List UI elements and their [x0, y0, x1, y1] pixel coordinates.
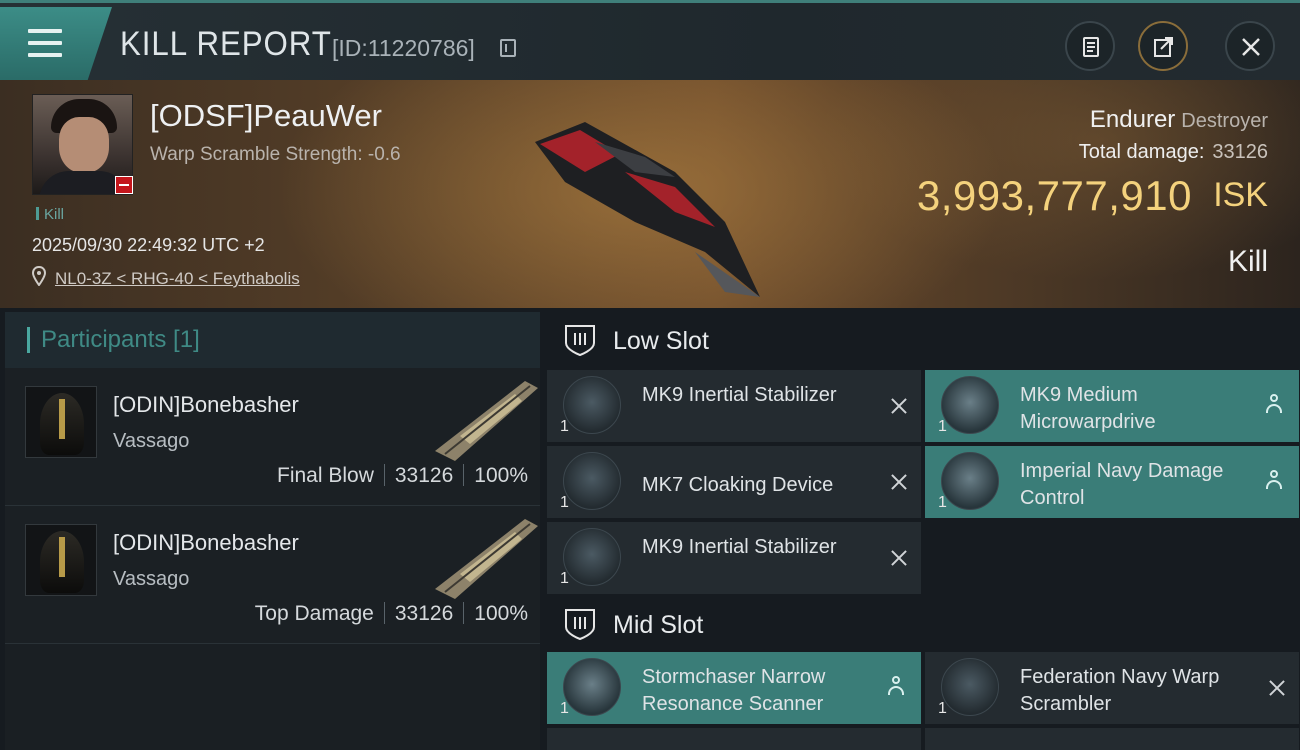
inertial-stabilizer-icon: [563, 528, 621, 586]
participant-ship: Vassago: [113, 430, 190, 452]
module-item-partial[interactable]: [547, 728, 921, 750]
module-name: Stormchaser Narrow Resonance Scanner: [642, 666, 826, 715]
dropped-person-icon: [887, 676, 905, 698]
participant-name: [ODIN]Bonebasher: [113, 530, 299, 555]
total-damage-value: 33126: [1212, 141, 1268, 163]
module-name: MK9 Medium Microwarpdrive: [1020, 384, 1156, 433]
dropped-person-icon: [1265, 394, 1283, 416]
module-quantity: 1: [560, 494, 569, 511]
page-title: KILL REPORT: [120, 25, 332, 63]
low-slot-label: Low Slot: [613, 327, 709, 355]
warp-scramble-strength: Warp Scramble Strength: -0.6: [150, 144, 401, 165]
cloaking-device-icon: [563, 452, 621, 510]
participant-damage: 33126: [394, 464, 454, 487]
module-quantity: 1: [938, 700, 947, 717]
destroyed-badge-icon: [115, 176, 133, 194]
microwarpdrive-icon: [941, 376, 999, 434]
module-item[interactable]: 1 MK9 Inertial Stabilizer: [547, 370, 921, 442]
isk-value: 3,993,777,910: [916, 172, 1192, 219]
share-button[interactable]: [1138, 21, 1188, 71]
damage-control-icon: [941, 452, 999, 510]
destroyed-icon: [889, 548, 909, 568]
module-item[interactable]: 1 MK9 Inertial Stabilizer: [547, 522, 921, 594]
participant-damage: 33126: [394, 602, 454, 625]
destroyed-icon: [889, 396, 909, 416]
participant-avatar[interactable]: [25, 524, 97, 596]
victim-ship-image: [535, 122, 760, 297]
participant-role: Final Blow: [277, 464, 374, 487]
destroyed-icon: [1267, 678, 1287, 698]
module-name: Imperial Navy Damage Control: [1020, 460, 1224, 509]
location-pin-icon: [32, 266, 46, 286]
participants-header[interactable]: Participants [1]: [5, 312, 540, 368]
module-item[interactable]: 1 Imperial Navy Damage Control: [925, 446, 1299, 518]
participant-percent: 100%: [474, 464, 528, 487]
participant-ship-image: [435, 519, 538, 599]
isk-unit: ISK: [1213, 176, 1268, 214]
ship-class: Destroyer: [1181, 110, 1268, 132]
mid-slot-label: Mid Slot: [613, 611, 704, 639]
kill-datetime: 2025/09/30 22:49:32 UTC +2: [32, 235, 265, 255]
module-quantity: 1: [560, 570, 569, 587]
participant-row[interactable]: [ODIN]Bonebasher Vassago Top Damage 33126…: [5, 506, 540, 644]
kill-tag: Kill: [36, 206, 64, 223]
location-link[interactable]: NL0-3Z < RHG-40 < Feythabolis: [55, 269, 300, 289]
participant-name: [ODIN]Bonebasher: [113, 392, 299, 417]
ship-name[interactable]: Endurer: [1090, 106, 1175, 133]
victim-ship: Endurer Destroyer: [1090, 106, 1268, 134]
inertial-stabilizer-icon: [563, 376, 621, 434]
result-label: Kill: [1227, 245, 1268, 278]
participant-avatar[interactable]: [25, 386, 97, 458]
total-damage-label: Total damage:: [1078, 141, 1205, 163]
module-item[interactable]: 1 MK7 Cloaking Device: [547, 446, 921, 518]
participant-row[interactable]: [ODIN]Bonebasher Vassago Final Blow 33126…: [5, 368, 540, 506]
close-button[interactable]: [1225, 21, 1275, 71]
participant-role: Top Damage: [254, 602, 374, 625]
clipboard-icon: [1083, 37, 1099, 57]
module-quantity: 1: [560, 418, 569, 435]
participant-ship: Vassago: [113, 568, 190, 590]
dropped-person-icon: [1265, 470, 1283, 492]
mid-slot-header: Mid Slot: [545, 596, 1300, 652]
participant-stats: Top Damage 33126 100%: [255, 602, 528, 626]
top-bar: KILL REPORT [ID:11220786]: [0, 0, 1300, 81]
mid-slot-icon: [565, 609, 595, 641]
menu-button[interactable]: [0, 7, 112, 81]
participants-panel: Participants [1] [ODIN]Bonebasher Vassag…: [5, 312, 540, 750]
low-slot-icon: [565, 325, 595, 357]
low-slot-header: Low Slot: [545, 312, 1300, 368]
module-quantity: 1: [560, 700, 569, 717]
module-item[interactable]: 1 Federation Navy Warp Scrambler: [925, 652, 1299, 724]
warp-scrambler-icon: [941, 658, 999, 716]
clipboard-button[interactable]: [1065, 21, 1115, 71]
fitting-panel: Low Slot 1 MK9 Inertial Stabilizer 1 MK9…: [545, 312, 1300, 750]
module-item[interactable]: 1 MK9 Medium Microwarpdrive: [925, 370, 1299, 442]
module-quantity: 1: [938, 418, 947, 435]
module-item[interactable]: 1 Stormchaser Narrow Resonance Scanner: [547, 652, 921, 724]
module-name: MK7 Cloaking Device: [642, 474, 834, 496]
scanner-icon: [563, 658, 621, 716]
victim-name[interactable]: [ODSF]PeauWer: [150, 98, 382, 134]
close-icon: [1242, 38, 1260, 56]
participant-percent: 100%: [474, 602, 528, 625]
module-name: Federation Navy Warp Scrambler: [1020, 666, 1220, 715]
module-item-partial[interactable]: [925, 728, 1299, 750]
module-name: MK9 Inertial Stabilizer: [642, 384, 837, 406]
victim-banner: [ODSF]PeauWer Warp Scramble Strength: -0…: [0, 80, 1300, 308]
copy-icon[interactable]: [500, 39, 516, 57]
total-damage: Total damage: 33126: [1079, 141, 1268, 164]
report-id: [ID:11220786]: [332, 35, 475, 61]
participant-ship-image: [435, 381, 538, 461]
module-quantity: 1: [938, 494, 947, 511]
menu-icon: [28, 29, 62, 57]
participants-title: Participants [1]: [41, 326, 200, 353]
share-icon: [1154, 37, 1173, 57]
participant-stats: Final Blow 33126 100%: [277, 464, 528, 488]
destroyed-icon: [889, 472, 909, 492]
module-name: MK9 Inertial Stabilizer: [642, 536, 837, 558]
